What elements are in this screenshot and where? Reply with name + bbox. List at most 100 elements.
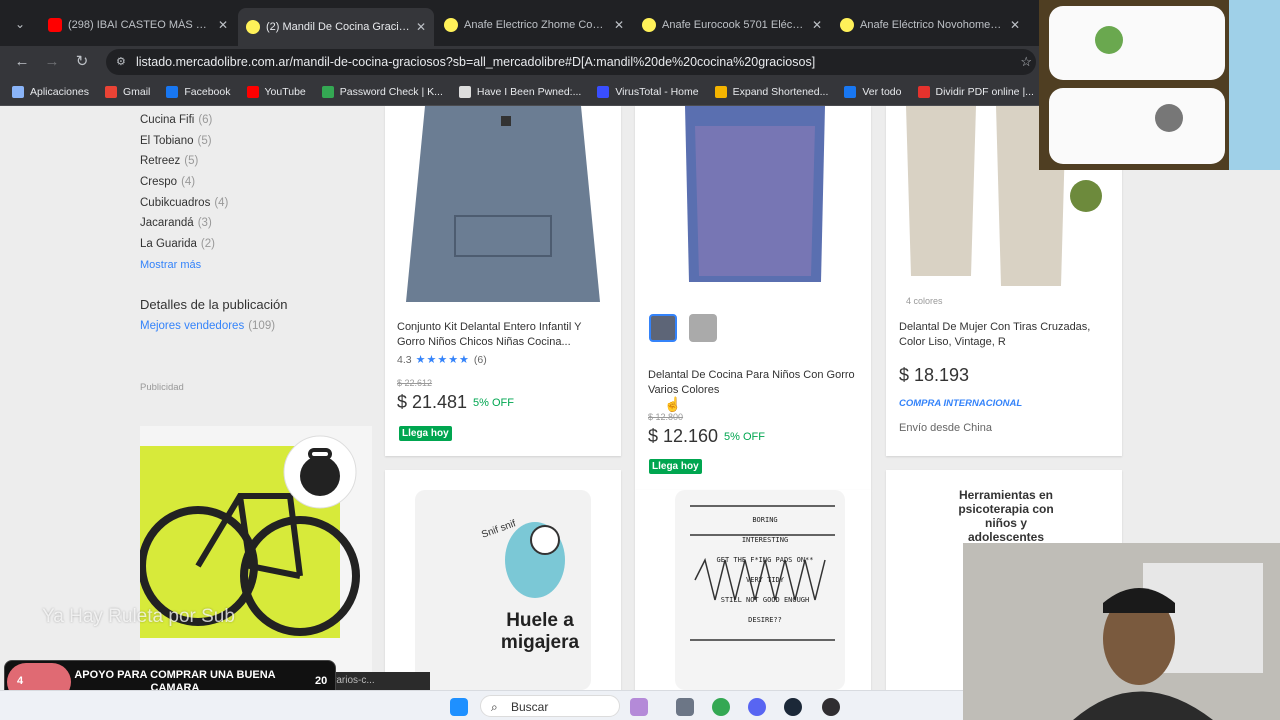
brand-filter[interactable]: Retreez (5)	[140, 151, 380, 172]
close-tab-icon[interactable]: ✕	[416, 20, 426, 34]
bookmark-favicon-icon	[597, 85, 610, 98]
product-title[interactable]: Conjunto Kit Delantal Entero Infantil Y …	[397, 320, 609, 350]
goal-target: 20	[315, 675, 328, 687]
close-tab-icon[interactable]: ✕	[812, 18, 822, 32]
old-price: $ 12.800	[648, 412, 684, 422]
mug-text-line: DESIRE??	[748, 616, 782, 624]
bookmark-item[interactable]: Aplicaciones	[12, 85, 89, 98]
tab-anafe-novohome[interactable]: Anafe Eléctrico Novohome Una ✕	[832, 10, 1028, 40]
mug-text-block: BORING INTERESTING GET THE F*ING PADS ON**…	[685, 516, 845, 636]
obs-icon[interactable]	[822, 698, 840, 716]
digging-cartoon-image	[1039, 0, 1280, 170]
bookmark-favicon-icon	[166, 85, 179, 98]
discord-icon[interactable]	[748, 698, 766, 716]
chrome-icon[interactable]	[712, 698, 730, 716]
bookmark-item[interactable]: Expand Shortened...	[714, 85, 828, 98]
product-card[interactable]: BORING INTERESTING GET THE F*ING PADS ON**…	[635, 490, 871, 690]
brand-filter[interactable]: Cubikcuadros (4)	[140, 193, 380, 214]
product-card[interactable]: Snif snif Huele a migajera	[385, 470, 621, 690]
bookmark-item[interactable]: YouTube	[246, 85, 306, 98]
forward-icon[interactable]: →	[42, 52, 62, 72]
bookmark-favicon-icon	[714, 85, 727, 98]
url-text: listado.mercadolibre.com.ar/mandil-de-co…	[136, 55, 816, 69]
search-icon: ⌕	[491, 700, 498, 714]
brand-filter[interactable]: Jacarandá (3)	[140, 213, 380, 234]
youtube-favicon-icon	[48, 18, 62, 32]
mug-text: Huele a migajera	[500, 610, 580, 653]
reload-icon[interactable]: ↻	[72, 52, 92, 72]
product-rating: 4.3 ★★★★★ (6)	[397, 353, 487, 367]
widgets-icon[interactable]	[630, 698, 648, 716]
close-tab-icon[interactable]: ✕	[1010, 18, 1020, 32]
bookmark-star-icon[interactable]: ☆	[1020, 49, 1032, 75]
brand-filter[interactable]: Crespo (4)	[140, 172, 380, 193]
tab-youtube[interactable]: (298) IBAI CASTEO MÁS ÉPICO ✕	[40, 10, 236, 40]
bookmark-item[interactable]: Gmail	[104, 85, 150, 98]
color-thumb-2[interactable]	[689, 314, 717, 342]
product-card[interactable]: Conjunto Kit Delantal Entero Infantil Y …	[385, 106, 621, 456]
product-card[interactable]: Delantal De Cocina Para Niños Con Gorro …	[635, 106, 871, 490]
webcam-overlay	[963, 543, 1280, 720]
brand-filter[interactable]: Cucina Fifi (6)	[140, 110, 380, 131]
tab-bar: ⌄ (298) IBAI CASTEO MÁS ÉPICO ✕ (2) Mand…	[0, 0, 1040, 46]
brand-filter[interactable]: El Tobiano (5)	[140, 131, 380, 152]
bookmark-item[interactable]: Password Check | K...	[321, 85, 443, 98]
product-title[interactable]: Delantal De Cocina Para Niños Con Gorro …	[648, 368, 860, 398]
bookmark-favicon-icon	[458, 85, 471, 98]
windows-start-icon[interactable]	[450, 698, 468, 716]
mug-text-line: VERY TIDY	[746, 576, 784, 584]
discount: 5% OFF	[724, 431, 765, 443]
address-bar[interactable]: ⚙ listado.mercadolibre.com.ar/mandil-de-…	[106, 49, 1036, 75]
international-badge: COMPRA INTERNACIONAL	[899, 398, 1023, 409]
ad-label: Publicidad	[140, 381, 184, 393]
brand-filter[interactable]: La Guarida (2)	[140, 234, 380, 255]
steam-icon[interactable]	[784, 698, 802, 716]
delivery-badge: Llega hoy	[649, 459, 702, 474]
mug-text-line: BORING	[752, 516, 778, 524]
bookmark-item[interactable]: Ver todo	[844, 85, 902, 98]
product-image	[406, 106, 600, 302]
bookmark-favicon-icon	[321, 85, 334, 98]
bicycle-ad-image	[140, 435, 360, 638]
goal-current: 4	[17, 675, 24, 687]
back-icon[interactable]: ←	[12, 52, 32, 72]
mouse-cursor-icon: ☝	[664, 396, 682, 412]
file-explorer-icon[interactable]	[676, 698, 694, 716]
mercadolibre-favicon-icon	[444, 18, 458, 32]
mug-text-line: STILL NOT GOOD ENOUGH	[720, 596, 810, 604]
section-title: Detalles de la publicación	[140, 296, 288, 312]
best-sellers-filter[interactable]: Mejores vendedores (109)	[140, 320, 380, 332]
bookmark-item[interactable]: Have I Been Pwned:...	[458, 85, 581, 98]
stream-cartoon-overlay	[1039, 0, 1280, 170]
tab-anafe-eurocook[interactable]: Anafe Eurocook 5701 Eléctrico ✕	[634, 10, 830, 40]
price: $ 21.481	[397, 392, 468, 412]
show-more-link[interactable]: Mostrar más	[140, 259, 380, 271]
price: $ 18.193	[899, 365, 970, 385]
color-thumb-1[interactable]	[649, 314, 677, 342]
bookmark-favicon-icon	[104, 85, 117, 98]
address-row: ← → ↻ ⚙ listado.mercadolibre.com.ar/mand…	[0, 46, 1040, 78]
mug-text-line: GET THE F*ING PADS ON**	[716, 556, 814, 564]
close-tab-icon[interactable]: ✕	[218, 18, 228, 32]
site-info-icon[interactable]: ⚙	[116, 49, 126, 75]
book-title: Herramientas en psicoterapia con niños y…	[958, 488, 1054, 544]
bookmark-favicon-icon	[246, 85, 259, 98]
taskbar-search[interactable]: ⌕ Buscar	[480, 695, 620, 717]
tab-anafe-zhome[interactable]: Anafe Electrico Zhome Cocina ✕	[436, 10, 632, 40]
bookmark-item[interactable]: Dividir PDF online |...	[917, 85, 1034, 98]
product-title[interactable]: Delantal De Mujer Con Tiras Cruzadas, Co…	[899, 320, 1111, 350]
price: $ 12.160	[648, 426, 719, 446]
mercadolibre-favicon-icon	[246, 20, 260, 34]
close-tab-icon[interactable]: ✕	[614, 18, 624, 32]
bookmark-favicon-icon	[844, 85, 857, 98]
tab-mandil[interactable]: (2) Mandil De Cocina Graciosos ✕	[238, 8, 434, 46]
webcam-feed-image	[963, 543, 1280, 720]
bicycle-ad[interactable]	[140, 426, 372, 690]
mug-image	[415, 490, 591, 690]
tab-search-icon[interactable]: ⌄	[8, 12, 32, 36]
bookmark-item[interactable]: VirusTotal - Home	[597, 85, 699, 98]
delivery-badge: Llega hoy	[399, 426, 452, 441]
mercadolibre-favicon-icon	[642, 18, 656, 32]
bookmark-item[interactable]: Facebook	[166, 85, 231, 98]
filters-sidebar: Cucina Fifi (6) El Tobiano (5) Retreez (5) Cre…	[140, 106, 380, 690]
